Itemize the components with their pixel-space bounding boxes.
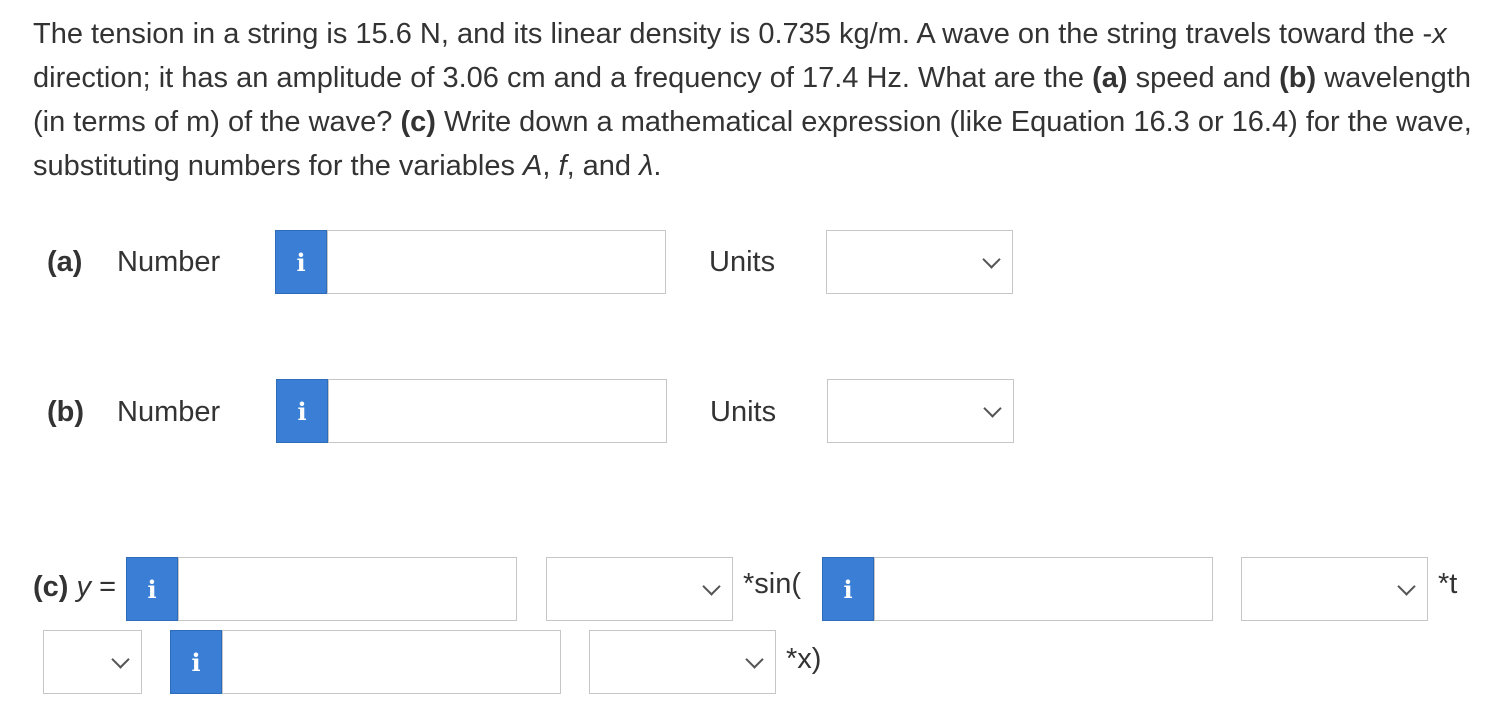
chevron-down-icon [111,650,130,669]
part-c-amplitude-info-button[interactable]: i [126,557,178,621]
part-c-amplitude-input[interactable] [178,557,517,621]
part-c-k-input[interactable] [222,630,561,694]
chevron-down-icon [1397,577,1416,596]
part-c-y-var: y [76,571,92,603]
part-a-number-input[interactable] [327,230,666,294]
question-text-3: speed and [1127,62,1280,94]
part-c-omega-input[interactable] [874,557,1213,621]
part-b-info-button[interactable]: i [276,379,328,443]
question-intro: The tension in a string is 15.6 N, and i… [33,18,1433,50]
part-c-sign-select[interactable] [43,630,142,694]
part-b-number-label: Number [117,396,221,428]
part-c-k-units-select[interactable] [589,630,776,694]
info-icon: i [296,247,306,277]
question-comma: , [542,150,559,182]
part-c-omega-info-button[interactable]: i [822,557,874,621]
question-part-c-tag: (c) [400,106,436,138]
info-icon: i [147,574,157,604]
question-var-f: f [558,150,567,182]
part-c-omega-units-select[interactable] [1241,557,1428,621]
question-x-var: x [1432,18,1447,50]
part-a-info-button[interactable]: i [275,230,327,294]
part-c-amplitude-units-select[interactable] [546,557,733,621]
info-icon: i [843,574,853,604]
question-part-b-tag: (b) [1279,62,1317,94]
chevron-down-icon [702,577,721,596]
question-part-a-tag: (a) [1092,62,1128,94]
chevron-down-icon [745,650,764,669]
part-c-t-label: *t [1438,568,1458,600]
chevron-down-icon [982,250,1001,269]
part-b-units-label: Units [710,396,777,428]
part-c-equals: = [91,571,117,603]
part-a-units-select[interactable] [826,230,1013,294]
part-c-tag: (c) [33,571,69,603]
part-a-units-label: Units [709,246,776,278]
question-period: . [653,150,662,182]
info-icon: i [297,396,307,426]
part-c-x-text: *x) [786,643,822,675]
question-var-lambda: λ [639,150,654,182]
part-b-units-select[interactable] [827,379,1014,443]
question-text-2: direction; it has an amplitude of 3.06 c… [33,62,1093,94]
part-a-number-label: Number [117,246,221,278]
question-text: The tension in a string is 15.6 N, and i… [33,12,1473,188]
part-c-label: (c) y = [33,570,116,604]
part-a-label: (a) [47,246,83,278]
question-var-a: A [523,150,543,182]
part-b-number-input[interactable] [328,379,667,443]
part-c-t-text: *t [1438,567,1457,601]
part-b-label: (b) [47,396,85,428]
question-and: , and [566,150,640,182]
chevron-down-icon [983,399,1002,418]
info-icon: i [191,647,201,677]
part-c-k-info-button[interactable]: i [170,630,222,694]
part-c-sin-text: *sin( [743,568,802,600]
